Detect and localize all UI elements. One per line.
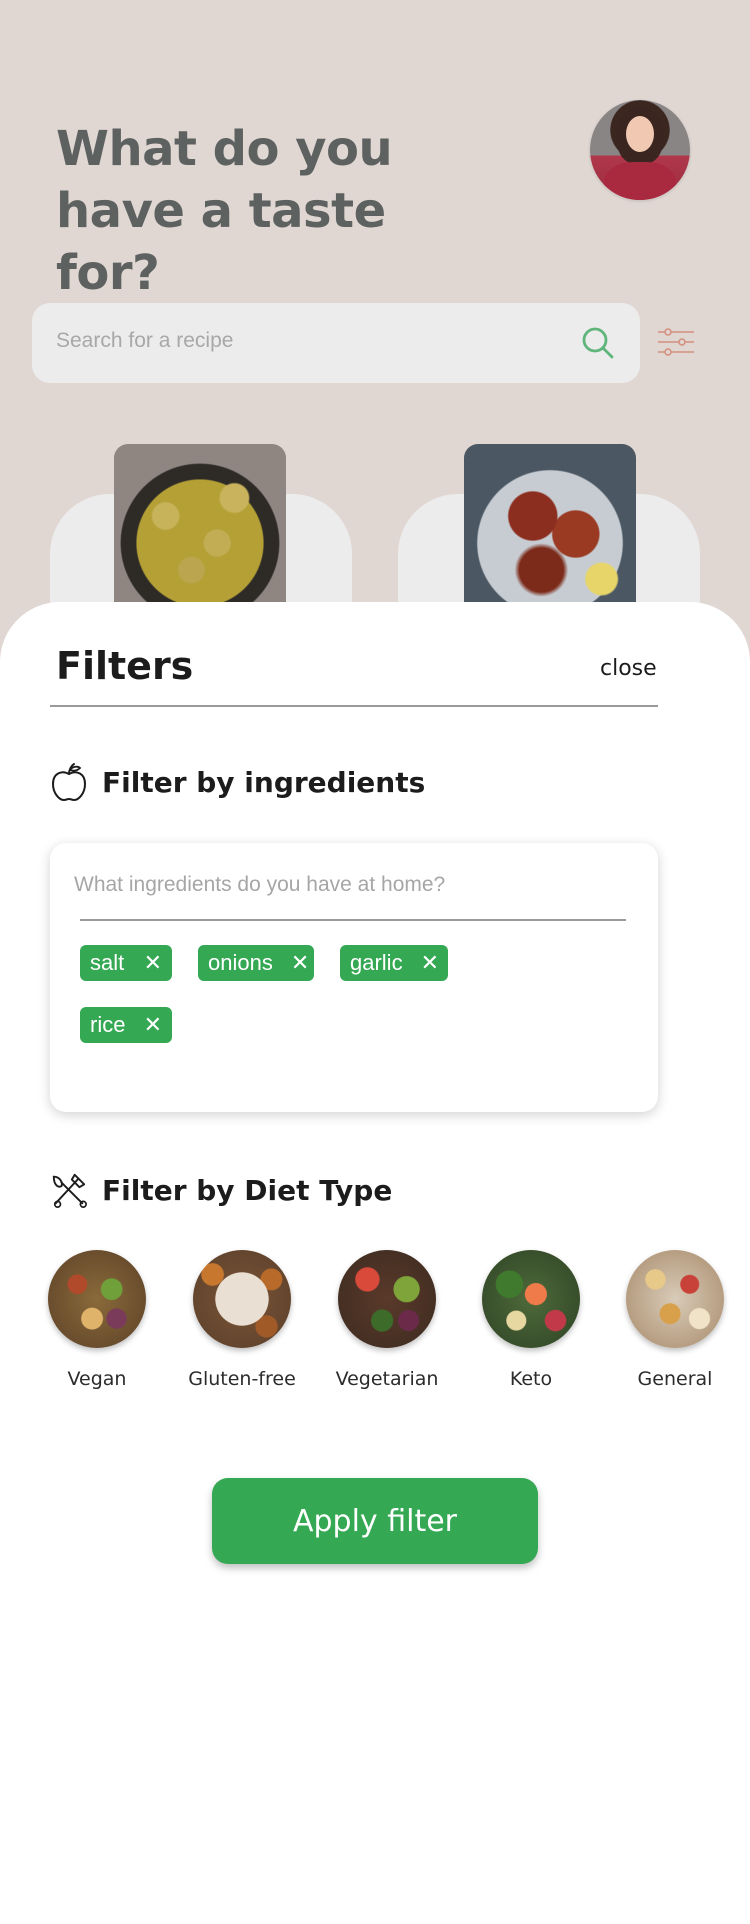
diet-option-vegetarian[interactable]: Vegetarian: [322, 1250, 452, 1390]
diet-option-keto[interactable]: Keto: [466, 1250, 596, 1390]
close-icon[interactable]: ✕: [421, 952, 439, 974]
ingredients-section-heading: Filter by ingredients: [50, 762, 425, 802]
apple-icon: [51, 763, 87, 802]
chip-label: salt: [90, 950, 125, 975]
search-bar[interactable]: Search for a recipe: [32, 303, 640, 383]
chip-label: garlic: [350, 950, 403, 975]
ingredient-chip-salt[interactable]: salt ✕: [80, 945, 172, 981]
apply-filter-button[interactable]: Apply filter: [212, 1478, 538, 1564]
close-icon[interactable]: ✕: [144, 952, 162, 974]
vegan-food-image[interactable]: [48, 1250, 146, 1348]
diet-type-list: Vegan Gluten-free Vegetarian Keto Genera…: [48, 1250, 750, 1400]
ingredient-chip-onions[interactable]: onions ✕: [198, 945, 314, 981]
avatar[interactable]: [590, 100, 690, 200]
page-title-line-2: have a taste for?: [56, 183, 386, 301]
avatar-body: [604, 162, 676, 200]
ingredients-input-underline: [80, 919, 626, 921]
close-icon[interactable]: ✕: [291, 952, 309, 974]
diet-option-general[interactable]: General: [610, 1250, 740, 1390]
curry-meatballs-image[interactable]: [114, 444, 286, 624]
diet-option-gluten-free[interactable]: Gluten-free: [177, 1250, 307, 1390]
diet-option-vegan[interactable]: Vegan: [32, 1250, 162, 1390]
ingredients-input-box[interactable]: What ingredients do you have at home? sa…: [50, 843, 658, 1112]
diet-label: General: [637, 1368, 713, 1390]
keto-food-image[interactable]: [482, 1250, 580, 1348]
diet-section-heading: Filter by Diet Type: [50, 1170, 392, 1210]
ingredient-chip-rice[interactable]: rice ✕: [80, 1007, 172, 1043]
search-icon[interactable]: [580, 325, 616, 361]
ingredients-heading-label: Filter by ingredients: [102, 765, 426, 799]
close-button[interactable]: close: [600, 656, 657, 681]
ingredient-chip-garlic[interactable]: garlic ✕: [340, 945, 448, 981]
page-title-line-1: What do you: [56, 121, 393, 177]
diet-heading-label: Filter by Diet Type: [102, 1173, 393, 1207]
diet-label: Keto: [509, 1368, 553, 1390]
divider: [50, 705, 658, 707]
chip-label: rice: [90, 1012, 126, 1037]
ingredients-input[interactable]: What ingredients do you have at home?: [74, 873, 445, 897]
filters-title: Filters: [56, 644, 194, 688]
sliders-icon[interactable]: [656, 326, 696, 358]
diet-label: Gluten-free: [188, 1368, 296, 1390]
gluten-free-food-image[interactable]: [193, 1250, 291, 1348]
close-icon[interactable]: ✕: [144, 1014, 162, 1036]
page-title: What do you have a taste for?: [56, 118, 476, 304]
vegetarian-food-image[interactable]: [338, 1250, 436, 1348]
grilled-chicken-image[interactable]: [464, 444, 636, 624]
search-input[interactable]: Search for a recipe: [56, 329, 233, 353]
chip-label: onions: [208, 950, 273, 975]
diet-label: Vegetarian: [335, 1368, 439, 1390]
general-food-image[interactable]: [626, 1250, 724, 1348]
diet-label: Vegan: [67, 1368, 127, 1390]
utensils-icon: [52, 1173, 87, 1208]
avatar-face: [626, 116, 654, 152]
